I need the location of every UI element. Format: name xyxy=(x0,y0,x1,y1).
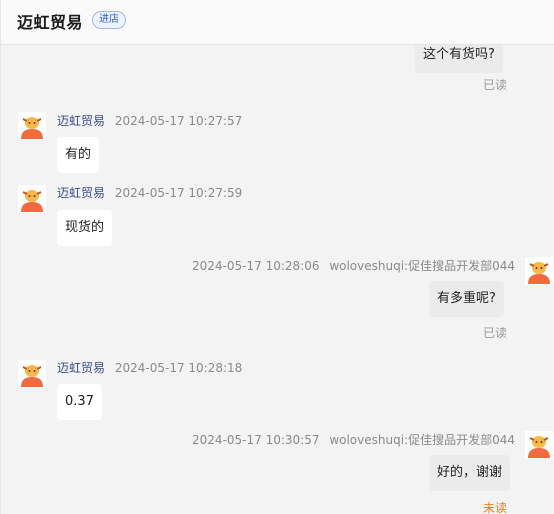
sender-name: woloveshuqi:促佳搜品开发部044 xyxy=(329,433,515,447)
user-avatar-icon[interactable] xyxy=(525,431,553,459)
user-avatar-icon[interactable] xyxy=(525,257,553,285)
timestamp: 2024-05-17 10:30:57 xyxy=(192,433,320,447)
message-meta: 2024-05-17 10:28:06 woloveshuqi:促佳搜品开发部0… xyxy=(192,257,515,274)
unread-status: 未读 xyxy=(483,501,508,514)
message-list[interactable]: 这个有货吗? 已读 迈虹贸易 2024-05-17 10:27:57 有的 迈虹… xyxy=(1,45,554,514)
chat-window: 迈虹贸易 进店 这个有货吗? 已读 迈虹贸易 2024-05-17 10:27:… xyxy=(0,0,554,514)
message-meta: 迈虹贸易 2024-05-17 10:27:59 xyxy=(57,184,242,201)
message-meta: 迈虹贸易 2024-05-17 10:28:18 xyxy=(57,359,242,376)
seller-avatar-icon[interactable] xyxy=(18,112,46,140)
seller-avatar-icon[interactable] xyxy=(18,360,46,388)
message-bubble-outgoing: 这个有货吗? xyxy=(415,45,503,73)
message-meta: 迈虹贸易 2024-05-17 10:27:57 xyxy=(57,112,242,129)
timestamp: 2024-05-17 10:28:18 xyxy=(114,361,243,375)
message-bubble-incoming: 0.37 xyxy=(57,384,102,420)
seller-avatar-icon[interactable] xyxy=(18,185,46,213)
message-bubble-incoming: 现货的 xyxy=(57,210,113,246)
message-meta: 2024-05-17 10:30:57 woloveshuqi:促佳搜品开发部0… xyxy=(192,431,515,448)
chat-header: 迈虹贸易 进店 xyxy=(1,0,554,45)
timestamp: 2024-05-17 10:27:59 xyxy=(114,186,243,200)
sender-name[interactable]: 迈虹贸易 xyxy=(57,186,105,200)
message-bubble-outgoing: 有多重呢? xyxy=(429,281,504,317)
sender-name[interactable]: 迈虹贸易 xyxy=(57,361,105,375)
shop-title[interactable]: 迈虹贸易 xyxy=(17,9,83,33)
sender-name: woloveshuqi:促佳搜品开发部044 xyxy=(329,259,515,273)
sender-name[interactable]: 迈虹贸易 xyxy=(57,114,105,128)
timestamp: 2024-05-17 10:27:57 xyxy=(114,114,243,128)
message-bubble-outgoing: 好的，谢谢 xyxy=(429,455,511,491)
enter-shop-button[interactable]: 进店 xyxy=(92,11,126,29)
message-bubble-incoming: 有的 xyxy=(57,137,100,173)
timestamp: 2024-05-17 10:28:06 xyxy=(192,259,320,273)
read-status: 已读 xyxy=(483,78,508,92)
read-status: 已读 xyxy=(483,326,508,340)
